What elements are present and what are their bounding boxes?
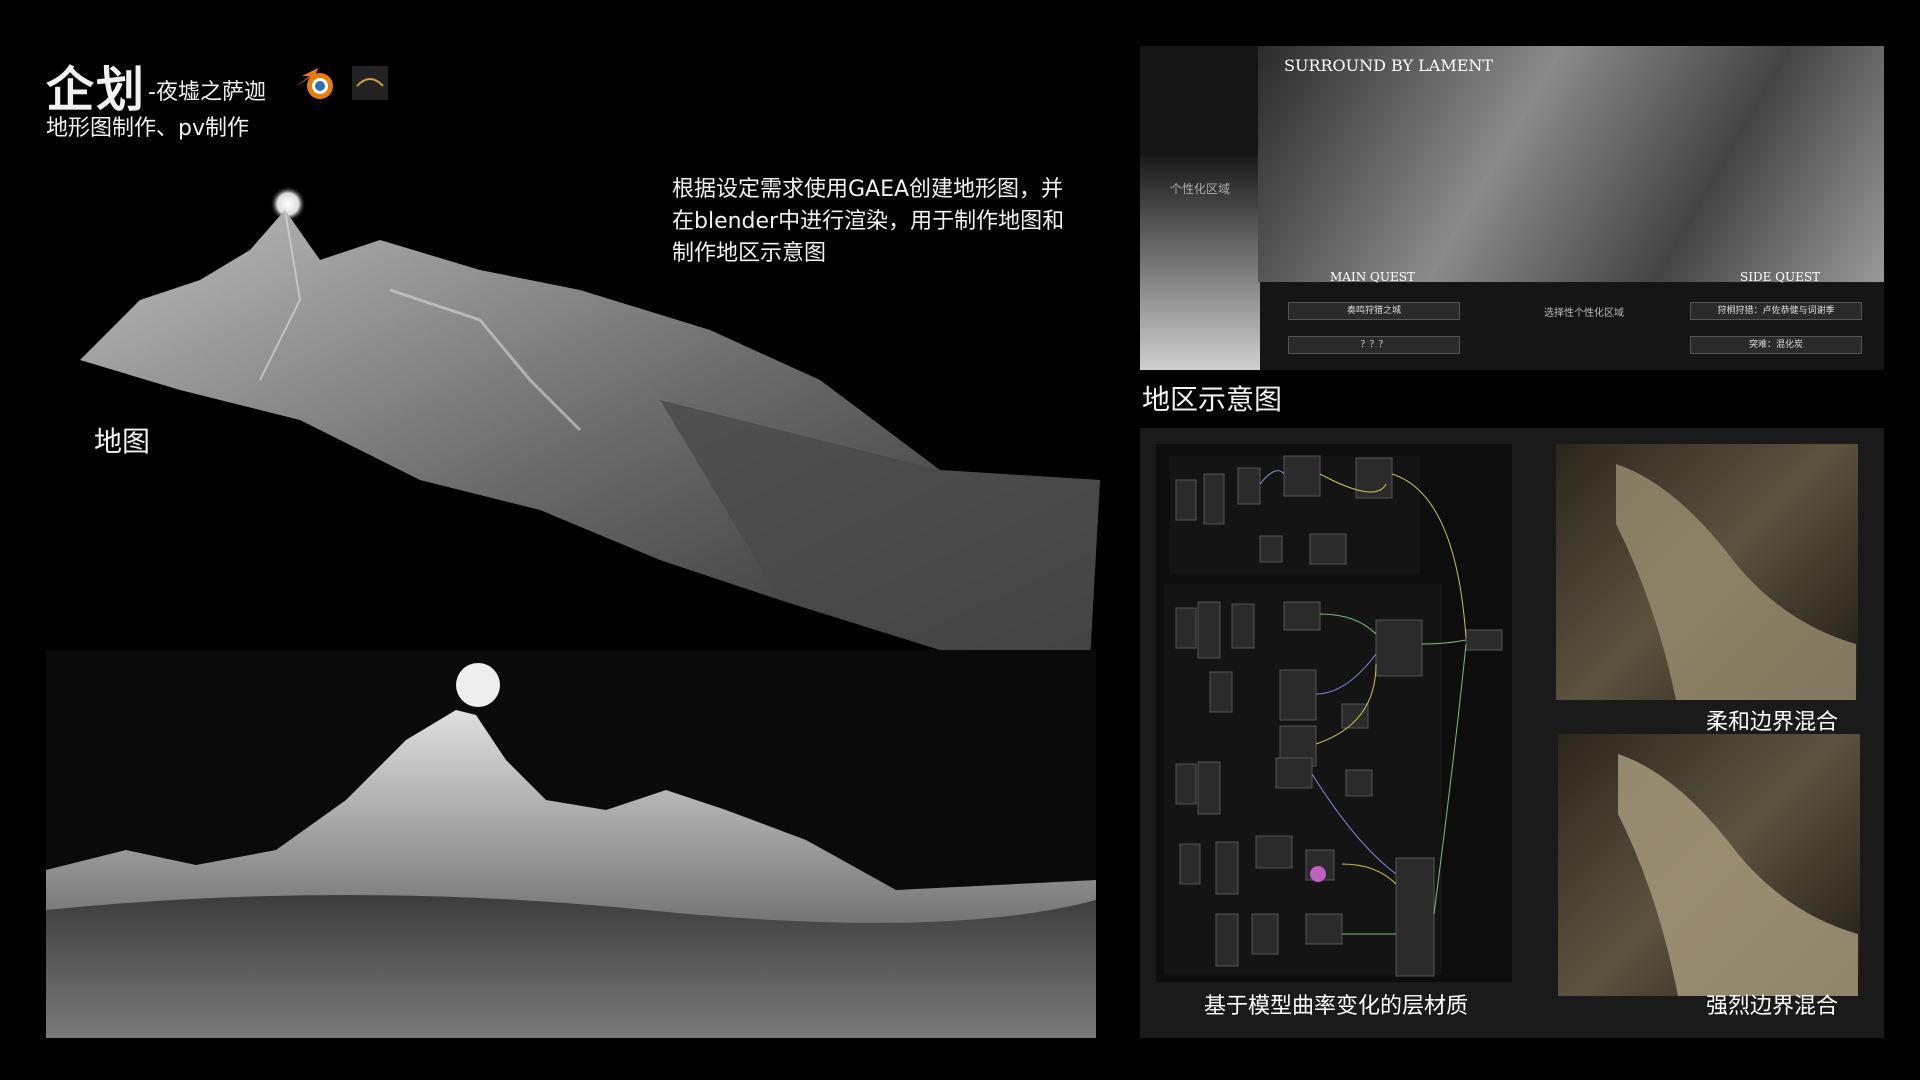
quest-row-2-left[interactable]: ？？？ xyxy=(1288,336,1460,354)
node-editor xyxy=(1156,444,1512,982)
region-ui-screenshot: 个性化区域 SURROUND BY LAMENT MAIN QUEST SIDE… xyxy=(1140,46,1884,370)
center-label: 选择性个性化区域 xyxy=(1544,308,1624,319)
region-ui-side-title: 个性化区域 xyxy=(1170,182,1231,196)
main-quest-label: MAIN QUEST xyxy=(1330,270,1415,284)
layer-material-caption: 基于模型曲率变化的层材质 xyxy=(1204,994,1469,1019)
hard-blend-render xyxy=(1558,734,1860,996)
soft-blend-caption: 柔和边界混合 xyxy=(1706,710,1839,735)
page-subtitle-secondary: 地形图制作、pv制作 xyxy=(46,116,249,141)
page-subtitle: -夜墟之萨迦 xyxy=(148,80,266,105)
blender-logo-icon xyxy=(292,64,340,104)
region-ui-title: SURROUND BY LAMENT xyxy=(1284,56,1494,75)
map-label: 地图 xyxy=(94,425,151,458)
region-ui-map-image xyxy=(1258,46,1884,282)
hard-blend-caption: 强烈边界混合 xyxy=(1706,994,1839,1019)
terrain-landscape-render xyxy=(46,650,1096,1038)
soft-blend-render xyxy=(1556,444,1858,700)
quest-row-2-right[interactable]: 突难：混化炭 xyxy=(1690,336,1862,354)
quest-row-1-right[interactable]: 狩桐狩猎：卢佐恭健与词谢季 xyxy=(1690,302,1862,320)
region-diagram-label: 地区示意图 xyxy=(1142,383,1283,416)
gaea-logo-icon xyxy=(352,66,388,100)
side-quest-label: SIDE QUEST xyxy=(1740,270,1821,284)
material-panel: 基于模型曲率变化的层材质 柔和边界混合 强烈边界混合 xyxy=(1140,428,1884,1038)
quest-row-1-left[interactable]: 奏鸣狩猎之城 xyxy=(1288,302,1460,320)
terrain-map-render xyxy=(60,180,1110,690)
